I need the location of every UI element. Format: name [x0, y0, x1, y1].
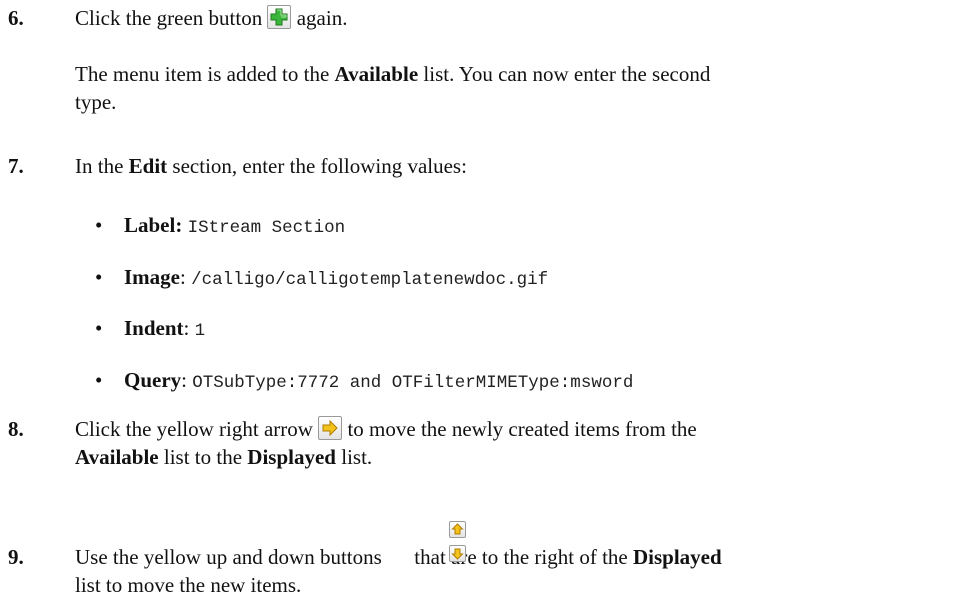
step-6-note: The menu item is added to the Available …	[0, 60, 968, 120]
field-label: Image	[124, 265, 180, 289]
bullet-icon: •	[95, 316, 103, 340]
step-text: list to the	[158, 445, 248, 469]
bullet-text: Query: OTSubType:7772 and OTFilterMIMETy…	[124, 366, 633, 397]
step-text: Click the green button	[75, 6, 263, 30]
field-value: 1	[194, 321, 206, 341]
bullet-text: Label: IStream Section	[124, 211, 345, 242]
field-value: IStream Section	[187, 218, 346, 238]
note-bold-available: Available	[334, 62, 419, 86]
step-text: Use the yellow up and down buttons	[75, 545, 382, 569]
green-plus-icon	[267, 5, 292, 29]
bold-displayed: Displayed	[632, 545, 722, 569]
step-number: 9.	[8, 545, 24, 569]
step-8: 8. Click the yellow right arrow to move …	[0, 415, 968, 475]
note-text-part: The menu item is added to the	[75, 62, 335, 86]
step-text: to move the newly created items from the	[347, 417, 697, 441]
bold-available: Available	[75, 445, 159, 469]
bold-edit: Edit	[128, 154, 168, 178]
step-text: In the	[75, 154, 129, 178]
step-text: list.	[335, 445, 373, 469]
field-label: Label:	[124, 213, 183, 237]
bold-displayed: Displayed	[247, 445, 336, 469]
bullet-icon: •	[95, 265, 103, 289]
separator: :	[181, 368, 193, 392]
step-number: 6.	[8, 6, 24, 30]
step-7-instruction: In the Edit section, enter the following…	[75, 152, 955, 180]
step-6-instruction: Click the green button again.	[75, 4, 955, 32]
bullet-text: Indent: 1	[124, 314, 205, 345]
step-9: 9. Use the yellow up and down buttons th…	[0, 543, 968, 603]
bullet-text: Image: /calligo/calligotemplatenewdoc.gi…	[124, 263, 548, 294]
yellow-right-arrow-icon	[318, 416, 343, 440]
step-text: list to move the new items.	[75, 573, 302, 597]
yellow-down-arrow-icon	[449, 545, 466, 562]
bullet-image: • Image: /calligo/calligotemplatenewdoc.…	[0, 263, 968, 293]
yellow-up-arrow-icon	[449, 521, 466, 538]
step-text: that are to the right of the	[414, 545, 633, 569]
step-9-instruction: Use the yellow up and down buttons that …	[75, 543, 955, 599]
step-text: again.	[296, 6, 348, 30]
note-text: The menu item is added to the Available …	[75, 60, 955, 116]
bullet-icon: •	[95, 213, 103, 237]
step-text: Click the yellow right arrow	[75, 417, 313, 441]
bullet-query: • Query: OTSubType:7772 and OTFilterMIME…	[0, 366, 968, 396]
bullet-icon: •	[95, 368, 103, 392]
field-label: Indent	[124, 316, 184, 340]
step-number: 7.	[8, 154, 24, 178]
field-label: Query	[124, 368, 182, 392]
note-text-part: type.	[75, 90, 117, 114]
step-8-instruction: Click the yellow right arrow to move the…	[75, 415, 955, 471]
separator: :	[183, 316, 195, 340]
step-7: 7. In the Edit section, enter the follow…	[0, 152, 968, 182]
field-value: OTSubType:7772 and OTFilterMIMEType:mswo…	[192, 373, 634, 393]
field-value: /calligo/calligotemplatenewdoc.gif	[191, 270, 549, 290]
note-text-part: list. You can now enter the second	[418, 62, 711, 86]
bullet-label: • Label: IStream Section	[0, 211, 968, 241]
step-text: section, enter the following values:	[167, 154, 467, 178]
bullet-indent: • Indent: 1	[0, 314, 968, 344]
separator: :	[180, 265, 192, 289]
step-number: 8.	[8, 417, 24, 441]
